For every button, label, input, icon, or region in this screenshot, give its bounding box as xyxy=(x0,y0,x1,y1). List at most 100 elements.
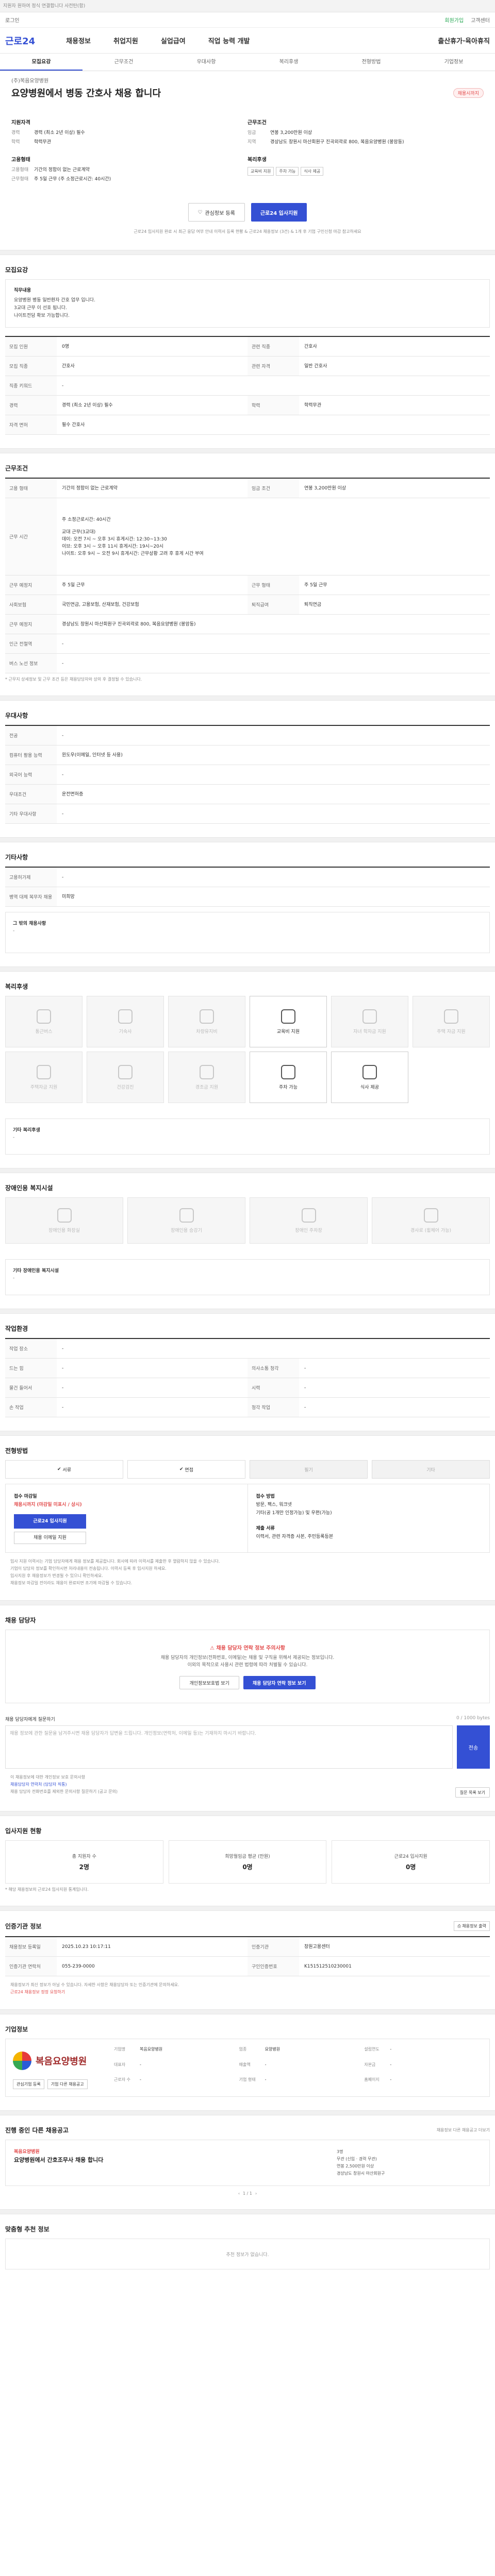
company-field: 기업명 복음요양병원 xyxy=(114,2046,232,2059)
welfare-label: 차량유지비 xyxy=(196,1029,218,1035)
table-row: 기타 우대사항 - xyxy=(5,804,490,824)
more-jobs-link[interactable]: 채용정보 다른 채용공고 더보기 xyxy=(437,2127,490,2133)
deadline-label: 접수 마감일 xyxy=(14,1494,37,1499)
welfare-label: 주택 자금 지원 xyxy=(437,1029,466,1035)
print-button[interactable]: ⎙ 채용정보 출력 xyxy=(454,1921,490,1931)
table-value: 주 5일 근무 xyxy=(304,582,327,588)
email-apply-button[interactable]: 채용 이메일 지원 xyxy=(14,1532,86,1544)
process-bullets: 입사 지원 이력서는 기업 담당자에게 채용 정보를 제공합니다. 회사에 따라… xyxy=(5,1558,490,1587)
company-field: 업종 요양병원 xyxy=(239,2046,357,2059)
docs-value: 이력서, 관련 자격증 사본, 주민등록등본 xyxy=(256,1534,334,1539)
contact-view-button[interactable]: 채용 담당자 연락 정보 보기 xyxy=(243,1676,316,1689)
table-value: 간호사 xyxy=(304,344,317,349)
step-other: 기타 xyxy=(372,1460,490,1479)
signup-link[interactable]: 회원가입 xyxy=(444,16,464,24)
gnb-menu-unemployment[interactable]: 실업급여 xyxy=(161,36,186,45)
extra-value: - xyxy=(13,1135,15,1140)
welfare-item: 식사 제공 xyxy=(331,1052,408,1103)
other-job-card[interactable]: 복음요양병원 요양병원에서 간호조무사 채용 합니다 3명 무관 (신입 · 경… xyxy=(5,2140,490,2186)
gnb-menu-training[interactable]: 직업 능력 개발 xyxy=(208,36,250,45)
print-icon: ⎙ xyxy=(457,1924,463,1928)
table-row: 직종 키워드 - xyxy=(5,376,490,396)
tab-company[interactable]: 기업정보 xyxy=(412,54,495,71)
company-field: 매출액 - xyxy=(239,2062,357,2074)
schedule-line: 교대 근무(3교대) xyxy=(62,529,96,535)
help-link[interactable]: 고객센터 xyxy=(471,16,490,24)
item-label: 장애인 주차장 xyxy=(295,1228,322,1233)
table-value: - xyxy=(62,641,64,647)
kv-value: 학력무관 xyxy=(34,140,52,145)
kv-key: 지역 xyxy=(248,140,256,145)
field-key: 대표자 xyxy=(114,2062,126,2067)
apply-button-2[interactable]: 근로24 입사지원 xyxy=(14,1514,86,1529)
toilet-icon xyxy=(57,1208,72,1223)
kv-value: 기간의 정함이 없는 근로계약 xyxy=(34,167,90,173)
field-value: - xyxy=(265,2077,267,2082)
info-section: 인증기관 정보 ⎙ 채용정보 출력 채용정보 등록일 2025.10.23 10:… xyxy=(0,1911,495,2009)
question-send-button[interactable]: 전송 xyxy=(457,1725,490,1769)
welfare-icon xyxy=(444,1009,458,1024)
privacy-law-button[interactable]: 개인정보보호법 보기 xyxy=(179,1676,239,1689)
company-jobs-button[interactable]: 기업 다른 채용공고 xyxy=(47,2079,88,2089)
login-link[interactable]: 로그인 xyxy=(5,16,20,24)
company-field: 자본금 - xyxy=(364,2062,482,2074)
step-interview: ✔ 면접 xyxy=(127,1460,245,1479)
table-value: - xyxy=(62,733,64,738)
disability-item: 장애인용 승강기 xyxy=(127,1197,245,1244)
favorite-company-button[interactable]: 관심기업 등록 xyxy=(13,2079,44,2089)
other-title[interactable]: 요양병원에서 간호조무사 채용 합니다 xyxy=(14,2156,337,2164)
field-value: - xyxy=(390,2077,392,2082)
gnb-menu-leave[interactable]: 출산휴가·육아휴직 xyxy=(438,36,490,45)
company-name[interactable]: (주)복음요양병원 xyxy=(11,76,484,84)
field-value: - xyxy=(390,2062,392,2067)
correction-link[interactable]: 근로24 채용정보 정정 요청하기 xyxy=(10,1989,490,1996)
table-key: 채용정보 등록일 xyxy=(5,1937,57,1956)
table-key: 버스 노선 정보 xyxy=(5,654,57,673)
extra-value: - xyxy=(13,1276,15,1281)
bullet-line: 기업이 담당자 정보를 확인하시면 처리내용이 전송됩니다. 이력서 등록 후 … xyxy=(10,1566,167,1571)
table-key: 구인인증번호 xyxy=(248,1957,299,1976)
table-row: 버스 노선 정보 - xyxy=(5,654,490,673)
site-logo[interactable]: 근로24 xyxy=(5,34,35,47)
apply-button[interactable]: 근로24 입사지원 xyxy=(251,203,307,222)
company-field: 홈페이지 - xyxy=(364,2077,482,2089)
section-title: 작업환경 xyxy=(5,1325,28,1332)
tab-process[interactable]: 전형방법 xyxy=(330,54,412,71)
table-value: - xyxy=(304,1385,306,1391)
check-icon: ✔ xyxy=(179,1467,185,1472)
tab-pref[interactable]: 우대사항 xyxy=(165,54,248,71)
gnb-menu-employment-support[interactable]: 취업지원 xyxy=(113,36,138,45)
step-written: 필기 xyxy=(250,1460,368,1479)
field-key: 기업 형태 xyxy=(239,2077,256,2082)
pagination: ‹ 1 / 1 › xyxy=(5,2191,490,2196)
favorite-button[interactable]: ♡ 관심정보 등록 xyxy=(188,203,245,222)
tab-recruit[interactable]: 모집요강 xyxy=(0,54,82,71)
deadline-value: 채용시까지 (마감일 미표시 / 상시) xyxy=(14,1502,82,1507)
table-key: 청각 작업 xyxy=(248,1398,299,1417)
question-title: 채용 담당자에게 질문하기 xyxy=(5,1717,55,1722)
tab-work[interactable]: 근무조건 xyxy=(82,54,165,71)
gnb-menu-jobs[interactable]: 채용정보 xyxy=(66,36,91,45)
table-value: - xyxy=(62,772,64,777)
tab-welfare[interactable]: 복리후생 xyxy=(248,54,330,71)
welfare-label: 기숙사 xyxy=(119,1029,132,1035)
welfare-item: 건강검진 xyxy=(87,1052,164,1103)
table-value: 일반 간호사 xyxy=(304,363,327,369)
table-row: 고용 형태 기간의 정함이 없는 근로계약 임금 조건 연봉 3,200만원 이상 xyxy=(5,479,490,498)
question-input[interactable]: 채용 정보에 관한 질문을 남겨주시면 채용 담당자가 답변을 드립니다. 개인… xyxy=(5,1725,453,1769)
next-icon[interactable]: › xyxy=(255,2191,257,2196)
table-key: 퇴직급여 xyxy=(248,595,299,614)
table-key: 의사소통 청각 xyxy=(248,1359,299,1378)
question-list-button[interactable]: 질문 목록 보기 xyxy=(455,1787,490,1798)
table-key: 고용 형태 xyxy=(5,479,57,498)
table-value: - xyxy=(62,874,64,880)
section-title: 입사지원 현황 xyxy=(5,1827,42,1835)
other-section: 기타사항 고용허가제 - 병역 대체 복무자 채용 미희망 그 밖의 채용사항 - xyxy=(0,842,495,967)
heart-icon: ♡ xyxy=(197,209,203,215)
stats-grid: 총 지원자 수 2명 희망월임금 평균 (만원) 0명 근로24 입사지원 0명 xyxy=(5,1840,490,1884)
field-key: 설립연도 xyxy=(364,2047,380,2052)
table-value: 기간의 정함이 없는 근로계약 xyxy=(62,485,118,491)
disability-grid: 장애인용 화장실 장애인용 승강기 장애인 주차장 경사로 (휠체어 가능) xyxy=(5,1197,490,1244)
prev-icon[interactable]: ‹ xyxy=(238,2191,240,2196)
table-key: 근무 예정지 xyxy=(5,575,57,595)
